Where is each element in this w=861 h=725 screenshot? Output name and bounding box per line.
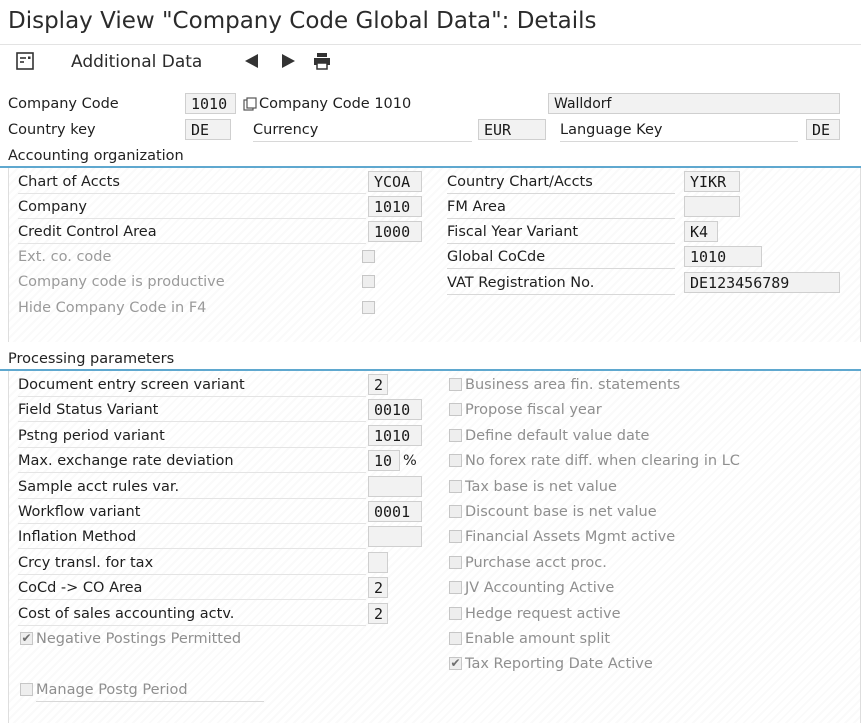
workflow-variant-label: Workflow variant xyxy=(18,501,366,524)
pstng-period-variant-field[interactable]: 1010 xyxy=(368,425,422,446)
company-code-label: Company Code xyxy=(8,96,119,112)
language-key-field[interactable]: DE xyxy=(806,119,840,140)
chart-of-accts-label: Chart of Accts xyxy=(18,171,366,194)
negative-postings-label: Negative Postings Permitted xyxy=(36,631,242,647)
page-title: Display View "Company Code Global Data":… xyxy=(8,8,597,34)
tax-base-net-checkbox[interactable] xyxy=(449,480,462,493)
credit-control-area-label: Credit Control Area xyxy=(18,221,366,244)
purchase-acct-checkbox[interactable] xyxy=(449,556,462,569)
doc-entry-screen-variant-label: Document entry screen variant xyxy=(18,374,366,397)
fiscal-year-variant-field[interactable]: K4 xyxy=(684,221,718,242)
negative-postings-checkbox[interactable]: ✔ xyxy=(20,632,33,645)
accounting-organization-title: Accounting organization xyxy=(8,148,184,164)
company-field[interactable]: 1010 xyxy=(368,196,422,217)
cost-of-sales-label: Cost of sales accounting actv. xyxy=(18,603,366,626)
ext-co-code-checkbox[interactable] xyxy=(362,250,375,263)
country-chart-field[interactable]: YIKR xyxy=(684,171,740,192)
company-code-field[interactable]: 1010 xyxy=(185,93,236,114)
title-divider xyxy=(0,44,861,45)
inflation-method-label: Inflation Method xyxy=(18,526,366,549)
discount-base-net-label: Discount base is net value xyxy=(465,504,657,520)
define-default-value-date-label: Define default value date xyxy=(465,428,650,444)
financial-assets-checkbox[interactable] xyxy=(449,530,462,543)
company-label: Company xyxy=(18,196,366,219)
hedge-request-label: Hedge request active xyxy=(465,606,621,622)
define-default-value-date-checkbox[interactable] xyxy=(449,429,462,442)
next-arrow-icon[interactable] xyxy=(279,52,297,70)
company-code-productive-label: Company code is productive xyxy=(18,274,225,290)
city-field[interactable]: Walldorf xyxy=(548,93,840,114)
fm-area-label: FM Area xyxy=(447,196,675,219)
country-key-label: Country key xyxy=(8,122,96,138)
max-exchange-rate-field[interactable]: 10 xyxy=(368,450,400,471)
hide-company-code-label: Hide Company Code in F4 xyxy=(18,300,207,316)
financial-assets-label: Financial Assets Mgmt active xyxy=(465,529,676,545)
inflation-method-field[interactable] xyxy=(368,526,422,547)
jv-accounting-checkbox[interactable] xyxy=(449,581,462,594)
currency-label: Currency xyxy=(253,119,472,142)
enable-amount-split-label: Enable amount split xyxy=(465,631,611,647)
jv-accounting-label: JV Accounting Active xyxy=(465,580,615,596)
cocd-co-area-label: CoCd -> CO Area xyxy=(18,577,366,600)
credit-control-area-field[interactable]: 1000 xyxy=(368,221,422,242)
checkmark-icon: ✔ xyxy=(450,656,461,670)
sample-acct-rules-label: Sample acct rules var. xyxy=(18,476,366,499)
sample-acct-rules-field[interactable] xyxy=(368,476,422,497)
hedge-request-checkbox[interactable] xyxy=(449,607,462,620)
max-exchange-rate-label: Max. exchange rate deviation xyxy=(18,450,366,473)
tax-reporting-date-label: Tax Reporting Date Active xyxy=(465,656,653,672)
doc-entry-screen-variant-field[interactable]: 2 xyxy=(368,374,388,395)
details-icon[interactable] xyxy=(16,52,34,70)
cocd-co-area-field[interactable]: 2 xyxy=(368,577,388,598)
manage-postg-period-label: Manage Postg Period xyxy=(36,679,264,702)
ext-co-code-label: Ext. co. code xyxy=(18,249,112,265)
fiscal-year-variant-label: Fiscal Year Variant xyxy=(447,221,675,244)
field-status-variant-field[interactable]: 0010 xyxy=(368,399,422,420)
language-key-label: Language Key xyxy=(560,119,798,142)
processing-parameters-title: Processing parameters xyxy=(8,351,175,367)
country-chart-label: Country Chart/Accts xyxy=(447,171,675,194)
processing-parameters-divider xyxy=(0,369,861,371)
discount-base-net-checkbox[interactable] xyxy=(449,505,462,518)
currency-field[interactable]: EUR xyxy=(478,119,546,140)
company-code-productive-checkbox[interactable] xyxy=(362,275,375,288)
tax-base-net-label: Tax base is net value xyxy=(465,479,617,495)
purchase-acct-label: Purchase acct proc. xyxy=(465,555,607,571)
previous-arrow-icon[interactable] xyxy=(243,52,261,70)
workflow-variant-field[interactable]: 0001 xyxy=(368,501,422,522)
enable-amount-split-checkbox[interactable] xyxy=(449,632,462,645)
no-forex-checkbox[interactable] xyxy=(449,454,462,467)
country-key-field[interactable]: DE xyxy=(185,119,231,140)
tax-reporting-date-checkbox[interactable]: ✔ xyxy=(449,657,462,670)
additional-data-button[interactable]: Additional Data xyxy=(71,52,202,72)
field-status-variant-label: Field Status Variant xyxy=(18,399,366,422)
propose-fiscal-year-label: Propose fiscal year xyxy=(465,402,602,418)
vat-registration-field[interactable]: DE123456789 xyxy=(684,272,840,293)
percent-sign: % xyxy=(403,453,417,469)
chart-of-accts-field[interactable]: YCOA xyxy=(368,171,422,192)
crcy-transl-label: Crcy transl. for tax xyxy=(18,552,366,575)
print-icon[interactable] xyxy=(313,52,331,70)
no-forex-label: No forex rate diff. when clearing in LC xyxy=(465,453,740,469)
global-cocde-field[interactable]: 1010 xyxy=(684,246,762,267)
vat-registration-label: VAT Registration No. xyxy=(447,272,675,295)
fm-area-field[interactable] xyxy=(684,196,740,217)
business-area-label: Business area fin. statements xyxy=(465,377,681,393)
crcy-transl-field[interactable] xyxy=(368,552,388,573)
global-cocde-label: Global CoCde xyxy=(447,246,675,269)
pstng-period-variant-label: Pstng period variant xyxy=(18,425,366,448)
checkmark-icon: ✔ xyxy=(21,631,32,645)
cost-of-sales-field[interactable]: 2 xyxy=(368,603,388,624)
propose-fiscal-year-checkbox[interactable] xyxy=(449,403,462,416)
company-name-text: Company Code 1010 xyxy=(259,96,412,112)
copy-icon[interactable] xyxy=(243,97,257,111)
business-area-checkbox[interactable] xyxy=(449,378,462,391)
accounting-organization-divider xyxy=(0,166,861,168)
hide-company-code-checkbox[interactable] xyxy=(362,301,375,314)
manage-postg-period-checkbox[interactable] xyxy=(20,683,33,696)
